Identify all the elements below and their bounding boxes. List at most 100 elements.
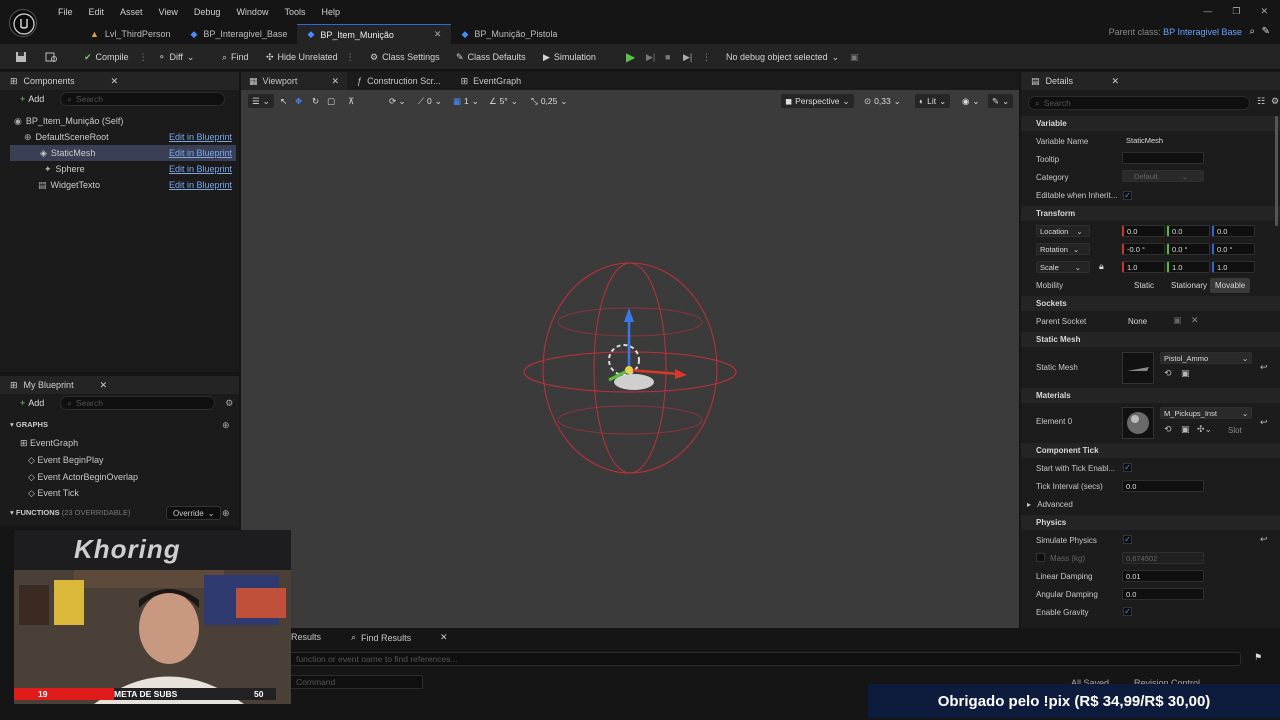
skip-icon[interactable]: ▶| (683, 44, 692, 70)
tab-viewport[interactable]: ▦ Viewport ✕ (241, 72, 348, 90)
static-mesh-dropdown[interactable]: Pistol_Ammo ⌄ (1160, 352, 1252, 364)
scale-dropdown[interactable]: Scale ⌄ (1036, 261, 1090, 273)
location-y-field[interactable]: 0.0 (1167, 225, 1210, 237)
event-item[interactable]: ◇ Event ActorBeginOverlap (28, 472, 138, 483)
override-dropdown[interactable]: Override ⌄ (166, 506, 222, 520)
mesh-thumbnail[interactable] (1122, 352, 1154, 384)
find-button[interactable]: ⌕ Find (222, 44, 249, 70)
class-defaults-button[interactable]: ✎ Class Defaults (456, 44, 526, 70)
lit-dropdown[interactable]: ◐ Lit ⌄ (915, 94, 951, 108)
edit-in-blueprint-link[interactable]: Edit in Blueprint (169, 132, 232, 142)
menu-asset[interactable]: Asset (112, 7, 151, 17)
variable-name-field[interactable]: StaticMesh (1122, 134, 1204, 146)
rotation-x-field[interactable]: -0.0 ° (1122, 243, 1165, 255)
functions-section[interactable]: ▾ FUNCTIONS (23 OVERRIDABLE) (10, 508, 130, 517)
tab-bp-municao-pistola[interactable]: ◆ BP_Munição_Pistola (451, 24, 567, 44)
details-scrollbar[interactable] (1275, 116, 1278, 226)
save-icon[interactable] (15, 44, 27, 70)
graph-item[interactable]: ⊞ EventGraph (20, 438, 78, 449)
viewport[interactable] (241, 90, 1019, 628)
menu-debug[interactable]: Debug (186, 7, 229, 17)
material-options-icon[interactable]: ✣⌄ (1197, 424, 1212, 435)
menu-edit[interactable]: Edit (81, 7, 113, 17)
stop-icon[interactable]: ■ (665, 44, 670, 70)
edit-in-blueprint-link[interactable]: Edit in Blueprint (169, 180, 232, 190)
gear-icon[interactable]: ⚙ (225, 398, 233, 409)
tooltip-field[interactable] (1122, 152, 1204, 164)
tree-item-staticmesh[interactable]: ◈ StaticMesh Edit in Blueprint (10, 145, 236, 161)
compile-button[interactable]: ✔ Compile ⋮ (84, 44, 148, 70)
find-references-input[interactable]: function or event name to find reference… (289, 652, 1241, 666)
rotation-dropdown[interactable]: Rotation ⌄ (1036, 243, 1090, 255)
add-member-button[interactable]: + Add (14, 396, 50, 410)
menu-tools[interactable]: Tools (276, 7, 313, 17)
world-local-icon[interactable]: ⟳ ⌄ (385, 94, 410, 108)
mobility-movable-button[interactable]: Movable (1210, 278, 1251, 293)
browse-folder-icon[interactable]: ▣ (1181, 368, 1190, 379)
close-window-icon[interactable]: ✕ (1260, 6, 1268, 17)
tab-construction-script[interactable]: ƒ Construction Scr... (347, 72, 451, 90)
edit-icon[interactable]: ✎ (1262, 26, 1270, 37)
angle-snap-button[interactable]: ∠ 5° ⌄ (485, 94, 522, 108)
debug-browse-icon[interactable]: ▣ (850, 44, 859, 70)
simulation-button[interactable]: ▶ Simulation (543, 44, 596, 70)
close-tab-icon[interactable]: ✕ (440, 632, 448, 643)
section-physics[interactable]: Physics (1021, 515, 1280, 530)
start-tick-checkbox[interactable]: ✓ (1123, 463, 1132, 472)
more-icon[interactable]: ⋮ (702, 44, 711, 70)
material-dropdown[interactable]: M_Pickups_Inst ⌄ (1160, 407, 1252, 419)
material-thumbnail[interactable] (1122, 407, 1154, 439)
add-function-icon[interactable]: ⊕ (222, 508, 230, 519)
location-z-field[interactable]: 0.0 (1212, 225, 1255, 237)
browse-icon[interactable] (45, 44, 58, 70)
my-blueprint-search[interactable]: ⌕ Search (60, 396, 216, 410)
search-icon[interactable]: ⌕ (1249, 26, 1255, 37)
tab-eventgraph[interactable]: ⊞ EventGraph (451, 72, 532, 90)
command-input[interactable]: Command (289, 675, 423, 689)
debug-object-select[interactable]: No debug object selected ⌄ (726, 44, 839, 70)
tab-bp-interagivel-base[interactable]: ◆ BP_Interagivel_Base (180, 24, 297, 44)
location-dropdown[interactable]: Location ⌄ (1036, 225, 1090, 237)
details-search[interactable]: ⌕ Search (1028, 96, 1250, 110)
location-x-field[interactable]: 0.0 (1122, 225, 1165, 237)
scale-tool-icon[interactable]: ▢ (323, 94, 339, 108)
tab-find-results[interactable]: ⌕ Find Results ✕ (351, 632, 448, 643)
clear-icon[interactable]: ✕ (1191, 315, 1199, 326)
more-icon[interactable]: ⋮ (346, 52, 355, 63)
viewport-options-button[interactable]: ☰ ⌄ (248, 94, 274, 108)
close-panel-icon[interactable]: ✕ (1112, 76, 1120, 87)
viewport-settings-button[interactable]: ✎ ⌄ (988, 94, 1014, 108)
scale-y-field[interactable]: 1.0 (1167, 261, 1210, 273)
reset-arrow-icon[interactable]: ↩ (1260, 417, 1268, 428)
play-button[interactable]: ▶ (626, 44, 635, 70)
close-panel-icon[interactable]: ✕ (111, 76, 119, 87)
find-options-icon[interactable]: ⚑ (1254, 652, 1262, 663)
unreal-logo-icon[interactable] (9, 9, 37, 37)
surface-snap-icon[interactable]: ⊼ (344, 94, 358, 108)
mobility-static-button[interactable]: Static (1134, 281, 1154, 290)
use-selected-icon[interactable]: ⟲ (1164, 424, 1172, 435)
maximize-icon[interactable]: ❐ (1232, 6, 1240, 17)
rotate-tool-icon[interactable]: ↻ (308, 94, 323, 108)
camera-speed-button[interactable]: ⊙ 0,33 ⌄ (860, 94, 905, 108)
hide-unrelated-button[interactable]: ✣ Hide Unrelated ⋮ (266, 44, 355, 70)
lock-icon[interactable]: 🔒︎ (1099, 261, 1104, 272)
close-panel-icon[interactable]: ✕ (100, 380, 108, 391)
show-flags-button[interactable]: ◉ ⌄ (958, 94, 984, 108)
editable-checkbox[interactable]: ✓ (1123, 191, 1132, 200)
menu-file[interactable]: File (50, 7, 81, 17)
scale-x-field[interactable]: 1.0 (1122, 261, 1165, 273)
section-component-tick[interactable]: Component Tick (1021, 443, 1280, 458)
close-tab-icon[interactable]: ✕ (434, 29, 442, 40)
simulate-physics-checkbox[interactable]: ✓ (1123, 535, 1132, 544)
category-dropdown[interactable]: Default ⌄ (1122, 170, 1204, 182)
diff-button[interactable]: ⚬ Diff ⌄ (158, 44, 194, 70)
parent-class-link[interactable]: BP Interagivel Base (1163, 27, 1242, 37)
section-sockets[interactable]: Sockets (1021, 296, 1280, 311)
add-component-button[interactable]: + Add (14, 92, 50, 106)
rotation-snap-button[interactable]: ▦ 1 ⌄ (449, 94, 483, 108)
reset-arrow-icon[interactable]: ↩ (1260, 534, 1268, 545)
tab-bp-item-municao[interactable]: ◆ BP_Item_Munição ✕ (297, 24, 452, 44)
section-transform[interactable]: Transform (1021, 206, 1280, 221)
advanced-expander[interactable]: ▸ Advanced (1027, 500, 1073, 509)
